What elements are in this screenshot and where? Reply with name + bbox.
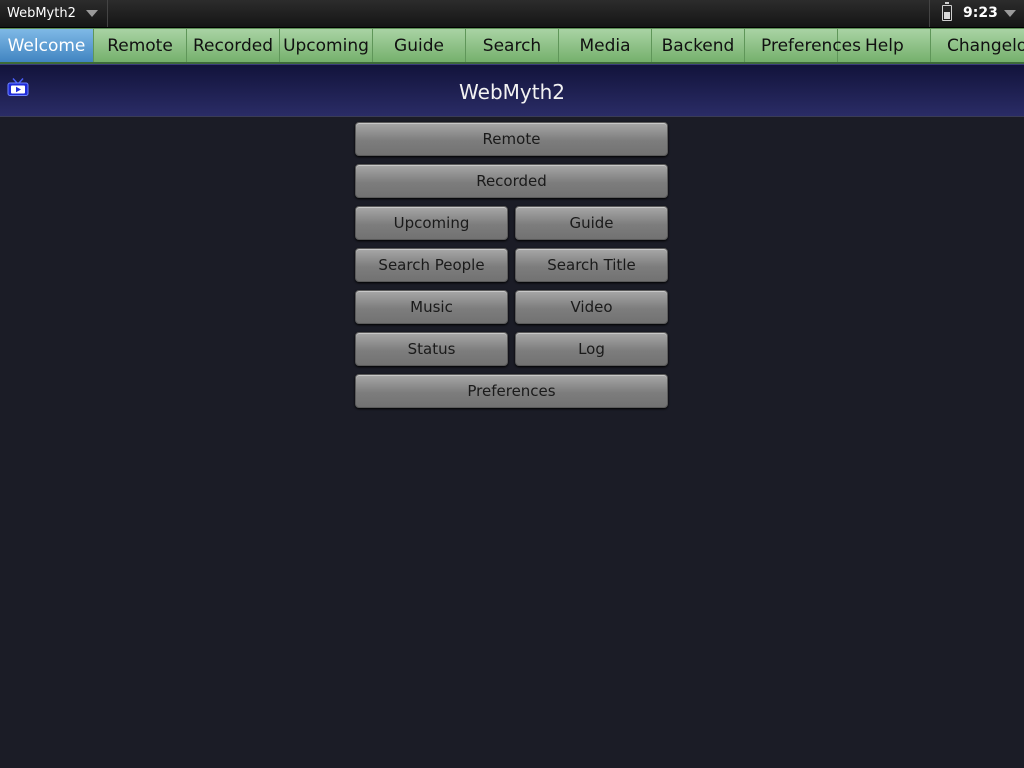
battery-icon: [942, 2, 952, 21]
tab-preferences[interactable]: Preferences: [745, 29, 861, 62]
remote-button[interactable]: Remote: [355, 122, 668, 156]
status-bar: WebMyth2 9:23: [0, 0, 1024, 28]
app-name: WebMyth2: [7, 6, 76, 21]
tab-guide[interactable]: Guide: [373, 29, 466, 62]
preferences-button[interactable]: Preferences: [355, 374, 668, 408]
guide-button[interactable]: Guide: [515, 206, 668, 240]
tab-changelog[interactable]: Changelog: [931, 29, 1024, 62]
page-title: WebMyth2: [459, 80, 565, 104]
status-button[interactable]: Status: [355, 332, 508, 366]
tab-media[interactable]: Media: [559, 29, 652, 62]
tab-upcoming[interactable]: Upcoming: [280, 29, 373, 62]
system-menu[interactable]: 9:23: [929, 0, 1024, 27]
search-people-button[interactable]: Search People: [355, 248, 508, 282]
recorded-button[interactable]: Recorded: [355, 164, 668, 198]
chevron-down-icon: [86, 10, 98, 17]
clock: 9:23: [963, 5, 998, 21]
tab-backend[interactable]: Backend: [652, 29, 745, 62]
tab-recorded[interactable]: Recorded: [187, 29, 280, 62]
tab-bar: Welcome Remote Recorded Upcoming Guide S…: [0, 28, 1024, 64]
page-header: WebMyth2: [0, 64, 1024, 117]
chevron-down-icon: [1004, 10, 1016, 17]
tab-search[interactable]: Search: [466, 29, 559, 62]
tab-help[interactable]: Help: [838, 29, 931, 62]
music-button[interactable]: Music: [355, 290, 508, 324]
log-button[interactable]: Log: [515, 332, 668, 366]
upcoming-button[interactable]: Upcoming: [355, 206, 508, 240]
app-menu[interactable]: WebMyth2: [0, 0, 108, 27]
tab-welcome[interactable]: Welcome: [0, 29, 94, 62]
search-title-button[interactable]: Search Title: [515, 248, 668, 282]
video-button[interactable]: Video: [515, 290, 668, 324]
tab-remote[interactable]: Remote: [94, 29, 187, 62]
